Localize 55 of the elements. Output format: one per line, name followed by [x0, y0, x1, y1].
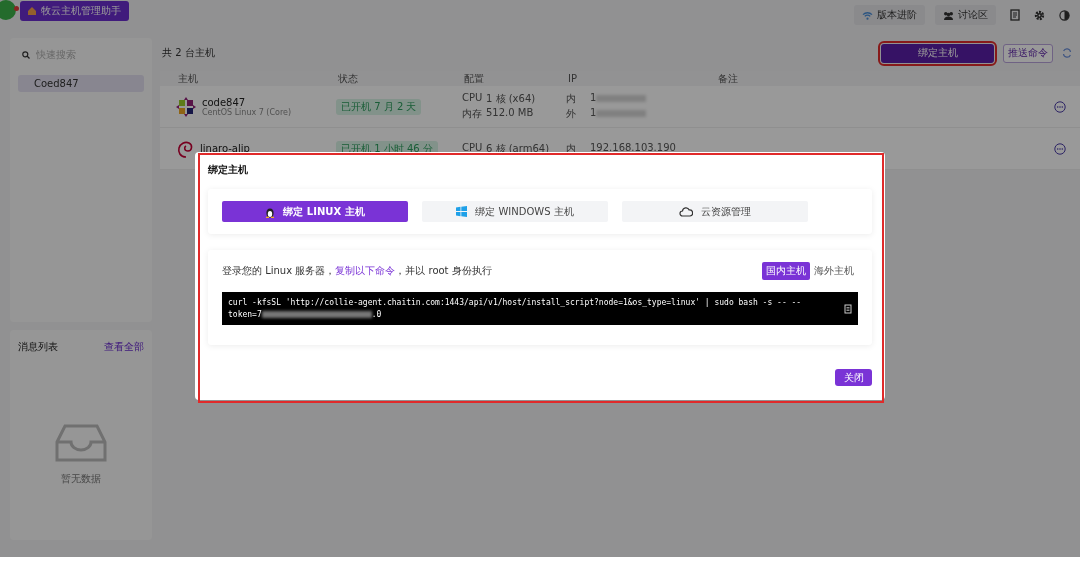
- config-value: 1 核 (x64): [486, 92, 537, 106]
- cloud-icon: [679, 206, 693, 217]
- host-name[interactable]: code847: [202, 96, 292, 108]
- ip-label: 外: [566, 107, 577, 121]
- top-link[interactable]: 版本进阶: [854, 5, 925, 25]
- region-toggle[interactable]: 海外主机: [810, 262, 858, 280]
- dialog-title: 绑定主机: [208, 163, 248, 177]
- close-button[interactable]: 关闭: [835, 369, 872, 386]
- status-tag: 已开机 7 月 2 天: [336, 98, 422, 115]
- windows-icon: [456, 206, 468, 217]
- ip-address: 1: [590, 107, 597, 118]
- action-button[interactable]: 绑定主机: [881, 43, 994, 63]
- instruction-text: 登录您的 Linux 服务器，复制以下命令，并以 root 身份执行: [222, 264, 492, 278]
- contrast-icon[interactable]: [1059, 9, 1070, 21]
- ip-address: 1: [590, 92, 597, 103]
- view-all-link[interactable]: 查看全部: [104, 340, 144, 354]
- token-text: .0: [371, 309, 382, 319]
- column-header: IP: [568, 73, 578, 84]
- more-icon[interactable]: [1054, 100, 1066, 113]
- column-header: 配置: [464, 71, 485, 86]
- more-icon[interactable]: [1054, 142, 1066, 155]
- config-value: 512.0 MB: [486, 107, 535, 120]
- home-icon: [28, 7, 36, 15]
- column-header: 状态: [338, 71, 359, 86]
- token-text: token=7: [228, 309, 262, 319]
- action-button[interactable]: 推送命令: [1003, 43, 1053, 63]
- column-header: 备注: [718, 71, 739, 86]
- search-icon: [22, 50, 30, 59]
- empty-text: 暂无数据: [61, 472, 101, 486]
- top-link[interactable]: 讨论区: [935, 5, 996, 25]
- flower-logo-icon: [176, 96, 196, 117]
- inbox-icon: [55, 424, 107, 462]
- app-title-button[interactable]: 牧云主机管理助手: [20, 1, 129, 21]
- document-icon[interactable]: [1010, 9, 1020, 21]
- bind-tab[interactable]: 云资源管理: [622, 201, 808, 222]
- copy-link[interactable]: 复制以下命令: [335, 265, 396, 276]
- bind-tab[interactable]: 绑定 LINUX 主机: [222, 201, 408, 222]
- config-label: 内存: [462, 107, 483, 121]
- config-label: CPU: [462, 141, 484, 155]
- host-os: CentOS Linux 7 (Core): [202, 107, 292, 117]
- region-toggle[interactable]: 国内主机: [762, 262, 810, 280]
- ip-address: 192.168.103.190: [590, 141, 676, 153]
- wifi-icon: [862, 10, 873, 20]
- host-list-item[interactable]: Coed847: [18, 75, 144, 92]
- ip-label: 内: [566, 92, 577, 106]
- panel-title: 消息列表: [18, 340, 58, 354]
- copy-icon[interactable]: [844, 303, 852, 314]
- host-name[interactable]: linaro-alip: [200, 143, 250, 154]
- command-text: curl -kfsSL 'http://collie-agent.chaitin.com:1443/api/v1/host/install_script?node=1&os_type=linux' | sudo bash -s -- --: [228, 297, 802, 309]
- settings-icon[interactable]: [1034, 9, 1045, 21]
- host-count: 共 2 台主机: [162, 46, 216, 60]
- column-header: 主机: [178, 71, 199, 86]
- people-icon: [943, 10, 954, 20]
- bind-tab[interactable]: 绑定 WINDOWS 主机: [422, 201, 608, 222]
- config-label: CPU: [462, 92, 484, 105]
